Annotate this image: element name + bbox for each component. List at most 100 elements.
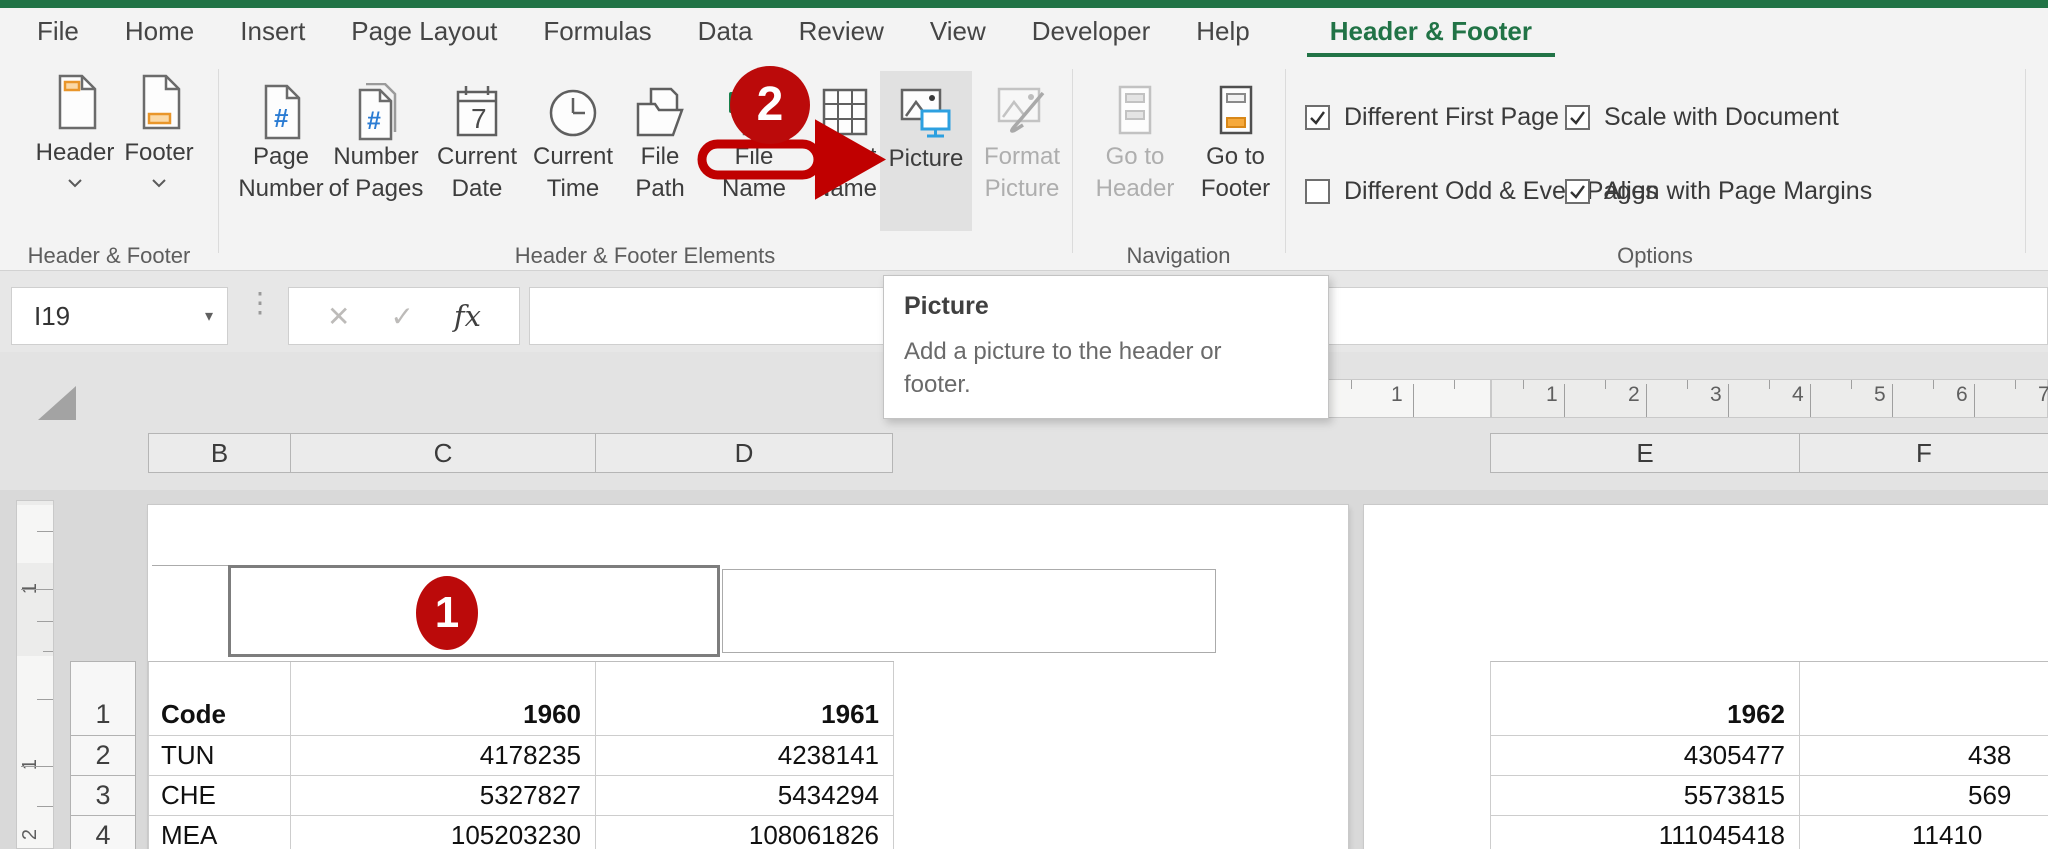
button-label: File	[641, 141, 680, 173]
ruler-number: 1	[1391, 383, 1403, 407]
ruler-number: 2	[1628, 383, 1640, 407]
cell-F3[interactable]: 569	[1800, 776, 2048, 816]
cell-C3[interactable]: 5327827	[291, 776, 596, 816]
row-header-2[interactable]: 2	[70, 735, 136, 776]
column-header-C[interactable]: C	[290, 433, 596, 473]
footer-button-label: Footer	[124, 137, 193, 169]
ruler-number: 1	[1546, 383, 1558, 407]
column-header-B[interactable]: B	[148, 433, 291, 473]
checkbox-label: Different First Page	[1344, 103, 1559, 132]
button-label: Go to	[1206, 141, 1265, 173]
tab-file[interactable]: File	[14, 8, 102, 57]
row-header-3[interactable]: 3	[70, 775, 136, 816]
footer-button[interactable]: Footer	[116, 73, 202, 188]
checkbox-unchecked-icon[interactable]	[1305, 179, 1330, 204]
row-header-4[interactable]: 4	[70, 815, 136, 849]
cell-C4[interactable]: 105203230	[291, 816, 596, 849]
tab-home[interactable]: Home	[102, 8, 217, 57]
cell-E1[interactable]: 1962	[1491, 662, 1800, 736]
ruler-number: 2	[19, 829, 42, 840]
name-box[interactable]: I19 ▾	[11, 287, 228, 345]
tab-developer[interactable]: Developer	[1009, 8, 1174, 57]
tab-header-footer[interactable]: Header & Footer	[1307, 8, 1555, 57]
vertical-ruler: 1 1 2	[16, 500, 54, 849]
horizontal-ruler-page1: 1	[1328, 379, 1491, 418]
cell-B3[interactable]: CHE	[149, 776, 291, 816]
checkbox-label: Scale with Document	[1604, 103, 1839, 132]
number-of-pages-button[interactable]: # Number of Pages	[327, 75, 425, 205]
cell-F2[interactable]: 438	[1800, 736, 2048, 776]
header-icon	[48, 73, 102, 131]
button-label: File	[735, 141, 774, 173]
cell-D1[interactable]: 1961	[596, 662, 894, 736]
current-date-button[interactable]: 7 Current Date	[430, 75, 524, 205]
option-align-with-margins[interactable]: Align with Page Margins	[1565, 177, 1872, 206]
option-different-first-page[interactable]: Different First Page	[1305, 103, 1559, 132]
cell-B1[interactable]: Code	[149, 662, 291, 736]
sheet-name-button[interactable]: Sheet Name	[802, 75, 888, 205]
tooltip-body: Add a picture to the header or footer.	[904, 335, 1308, 401]
cell-B4[interactable]: MEA	[149, 816, 291, 849]
button-label: Path	[635, 173, 684, 205]
page-number-button[interactable]: # Page Number	[237, 75, 325, 205]
checkbox-checked-icon[interactable]	[1305, 105, 1330, 130]
data-grid-page2: 1962 4305477 438 5573815 569 111045418 1…	[1490, 661, 2048, 849]
tab-page-layout[interactable]: Page Layout	[328, 8, 520, 57]
current-time-button[interactable]: Current Time	[528, 75, 618, 205]
confirm-formula-icon[interactable]: ✓	[390, 300, 413, 333]
button-label: Format	[984, 141, 1060, 173]
cancel-formula-icon[interactable]: ✕	[327, 300, 350, 333]
title-bar-strip	[0, 0, 2048, 8]
svg-text:#: #	[274, 103, 289, 133]
insert-function-icon[interactable]: fx	[454, 299, 481, 333]
cell-E3[interactable]: 5573815	[1491, 776, 1800, 816]
picture-tooltip: Picture Add a picture to the header or f…	[883, 275, 1329, 419]
ribbon: Header Footer Header & Footer # Page Num…	[0, 57, 2048, 271]
cell-D4[interactable]: 108061826	[596, 816, 894, 849]
file-path-button[interactable]: File Path	[617, 75, 703, 205]
cell-D2[interactable]: 4238141	[596, 736, 894, 776]
name-box-dropdown-icon[interactable]: ▾	[205, 306, 213, 326]
ribbon-tab-bar: File Home Insert Page Layout Formulas Da…	[0, 8, 2048, 57]
tab-formulas[interactable]: Formulas	[520, 8, 674, 57]
tab-review[interactable]: Review	[776, 8, 907, 57]
format-picture-button: Format Picture	[974, 75, 1070, 205]
cell-D3[interactable]: 5434294	[596, 776, 894, 816]
option-scale-with-document[interactable]: Scale with Document	[1565, 103, 1839, 132]
picture-button[interactable]: Picture	[880, 71, 972, 231]
button-label: Footer	[1201, 173, 1270, 205]
column-header-D[interactable]: D	[595, 433, 893, 473]
button-label: Number	[333, 141, 418, 173]
ruler-number: 7	[2038, 383, 2048, 407]
column-header-E[interactable]: E	[1490, 433, 1800, 473]
cell-F4[interactable]: 11410	[1800, 816, 2048, 849]
number-of-pages-icon: #	[349, 75, 403, 141]
cell-C1[interactable]: 1960	[291, 662, 596, 736]
formula-bar-resize-handle[interactable]: ⋮	[246, 289, 258, 316]
file-path-icon	[633, 75, 687, 141]
row-header-1[interactable]: 1	[70, 661, 136, 736]
footer-icon	[132, 73, 186, 131]
tab-data[interactable]: Data	[675, 8, 776, 57]
cell-B2[interactable]: TUN	[149, 736, 291, 776]
tab-insert[interactable]: Insert	[217, 8, 328, 57]
checkbox-checked-icon[interactable]	[1565, 179, 1590, 204]
group-separator	[1072, 69, 1073, 253]
header-right-section[interactable]	[722, 569, 1216, 653]
cell-E2[interactable]: 4305477	[1491, 736, 1800, 776]
cell-C2[interactable]: 4178235	[291, 736, 596, 776]
header-button[interactable]: Header	[32, 73, 118, 188]
go-to-footer-button[interactable]: Go to Footer	[1188, 75, 1283, 205]
ruler-number: 3	[1710, 383, 1722, 407]
cell-E4[interactable]: 111045418	[1491, 816, 1800, 849]
tab-help[interactable]: Help	[1173, 8, 1272, 57]
tab-view[interactable]: View	[907, 8, 1009, 57]
button-label: Name	[722, 173, 786, 205]
group-label-hf-elements: Header & Footer Elements	[218, 243, 1072, 269]
chevron-down-icon	[152, 179, 166, 188]
column-header-F[interactable]: F	[1799, 433, 2048, 473]
cell-F1[interactable]	[1800, 662, 2048, 736]
formula-buttons: ✕ ✓ fx	[288, 287, 520, 345]
sheet-name-icon	[818, 75, 872, 141]
checkbox-checked-icon[interactable]	[1565, 105, 1590, 130]
